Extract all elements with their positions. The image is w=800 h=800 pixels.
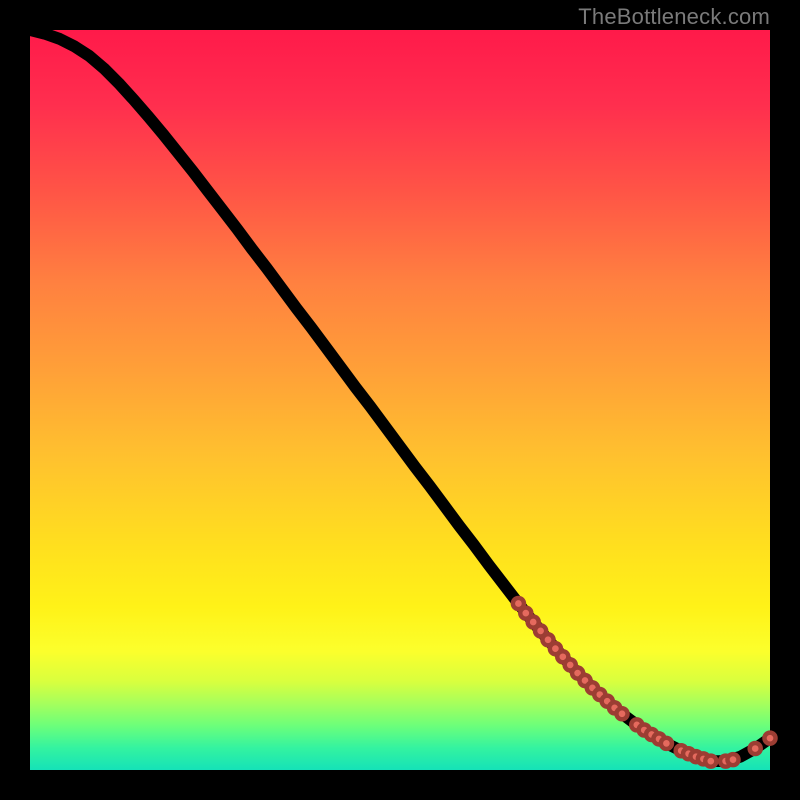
data-marker [727,754,738,765]
data-marker [750,743,761,754]
data-marker [616,708,627,719]
curve-line [30,30,770,761]
data-marker [764,733,775,744]
watermark-text: TheBottleneck.com [578,4,770,30]
marker-group [513,598,776,767]
data-marker [705,756,716,767]
chart-stage: TheBottleneck.com [0,0,800,800]
plot-area [30,30,770,770]
chart-svg [30,30,770,770]
data-marker [661,738,672,749]
